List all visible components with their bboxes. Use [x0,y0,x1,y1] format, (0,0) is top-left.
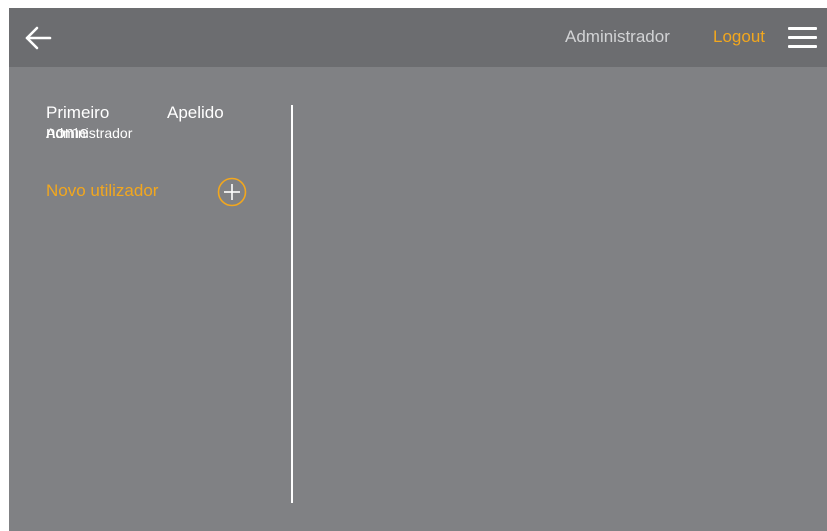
column-header-last-name: Apelido [167,103,224,122]
current-user-name: Administrador [565,27,670,46]
logout-link[interactable]: Logout [713,27,765,47]
new-user-link[interactable]: Novo utilizador [46,181,158,201]
top-bar: Administrador Logout [9,8,827,67]
menu-button[interactable] [788,25,818,49]
user-list-item[interactable]: Administrador [46,125,132,141]
user-first-name: Administrador [46,125,133,141]
users-sidebar: Primeiro nome Apelido Administrador Novo… [9,67,291,531]
hamburger-menu-icon [788,27,817,30]
back-button[interactable] [23,24,53,52]
plus-circle-icon [217,177,247,207]
add-user-button[interactable] [217,177,247,207]
detail-panel [293,67,827,531]
arrow-left-icon [25,26,52,50]
app-window: Administrador Logout Primeiro nome Apeli… [9,8,827,531]
